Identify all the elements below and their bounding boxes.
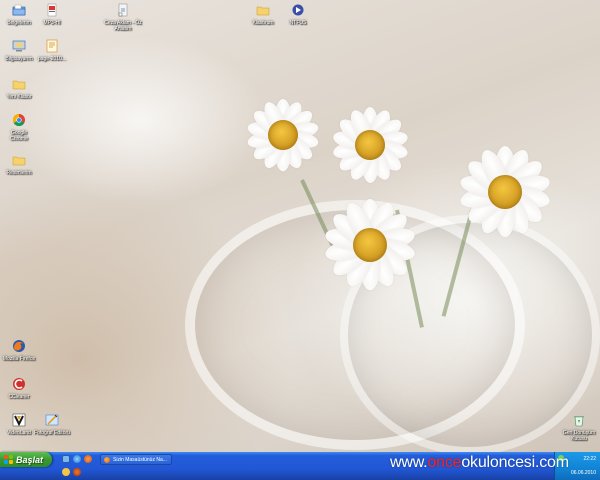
daisy-flower (245, 97, 321, 173)
desktop-icon-mp3[interactable]: MP3-HI (29, 2, 75, 26)
desktop-icon-label: MP3-HI (43, 20, 61, 26)
folder-icon (11, 76, 27, 92)
firefox-icon (11, 338, 27, 354)
desktop-icon-label: Belgelerim (7, 20, 31, 26)
daisy-center (355, 130, 385, 160)
firefox-icon (104, 456, 110, 463)
start-button-label: Başlat (16, 454, 44, 465)
desktop-icon-yeni-klasor[interactable]: Yeni Klasör (0, 76, 42, 100)
tray-clock[interactable]: 22:22 (583, 456, 596, 462)
desktop-icon-label: Geri Dönüşüm Kutusu (562, 430, 596, 442)
folder-icon (255, 2, 271, 18)
windows-logo-icon (4, 455, 13, 464)
shortcut-file-icon (115, 2, 131, 18)
desktop-icon-google-chrome[interactable]: Google Chrome (0, 112, 42, 142)
desktop-icon-fotograf-editoru[interactable]: Fotoğraf Editörü (29, 412, 75, 436)
show-desktop-icon[interactable] (62, 455, 70, 463)
website-watermark: www.onceokuloncesi.com (390, 453, 569, 473)
daisy-flower (322, 197, 418, 293)
desktop-icon-page-doc[interactable]: page-2010... (29, 38, 75, 62)
desktop-icon-resimlerim[interactable]: Resimlerim (0, 152, 42, 176)
desktop-icon-label: Mozilla Firefox (2, 356, 36, 362)
folder-icon (11, 152, 27, 168)
taskbar-window-label: Sizin Masaüstünüz Na... (113, 456, 167, 463)
ccleaner-icon (11, 376, 27, 392)
my-computer-icon (11, 38, 27, 54)
desktop-icon-label: CCleaner (8, 394, 30, 400)
document-icon (44, 38, 60, 54)
desktop-icon-label: NTFUS (289, 20, 307, 26)
browser-icon[interactable] (73, 468, 81, 476)
internet-explorer-icon[interactable] (73, 455, 81, 463)
daisy-flower (330, 105, 410, 185)
desktop-icon-ntfus[interactable]: NTFUS (275, 2, 321, 26)
media-player-icon (290, 2, 306, 18)
desktop-icon-label: Ceza Aklam - Öz Anlatım (104, 20, 142, 32)
start-button[interactable]: Başlat (0, 452, 52, 467)
watermark-highlight: once (427, 454, 462, 471)
tray-date: 06.06.2010 (570, 470, 596, 476)
watermark-suffix: okuloncesi.com (461, 454, 569, 471)
desktop-icon-label: Resimlerim (6, 170, 32, 176)
desktop-icon-label: Google Chrome (10, 130, 28, 142)
daisy-flower (457, 144, 553, 240)
media-icon[interactable] (62, 468, 70, 476)
desktop-icon-label: page-2010... (37, 56, 67, 62)
taskbar-window-button[interactable]: Sizin Masaüstünüz Na... (100, 454, 172, 465)
desktop-wallpaper (0, 0, 600, 452)
desktop-icon-ccleaner[interactable]: CCleaner (0, 376, 42, 400)
daisy-center (353, 228, 387, 262)
photo-editor-icon (44, 412, 60, 428)
desktop-icon-mozilla-firefox[interactable]: Mozilla Firefox (0, 338, 42, 362)
daisy-center (488, 175, 522, 209)
recycle-bin-icon (571, 412, 587, 428)
chrome-icon (11, 112, 27, 128)
desktop-icon-label: Fotoğraf Editörü (34, 430, 70, 436)
firefox-icon[interactable] (84, 455, 92, 463)
watermark-prefix: www. (390, 454, 428, 471)
media-file-icon (44, 2, 60, 18)
my-documents-icon (11, 2, 27, 18)
desktop-icon-label: VideoLand (7, 430, 31, 436)
desktop-icon-recycle-bin[interactable]: Geri Dönüşüm Kutusu (556, 412, 600, 442)
desktop-icon-label: Klasörum (252, 20, 274, 26)
desktop-icon-ceza-aklam[interactable]: Ceza Aklam - Öz Anlatım (100, 2, 146, 32)
daisy-center (268, 120, 298, 150)
video-app-icon (11, 412, 27, 428)
desktop-icon-label: Yeni Klasör (6, 94, 32, 100)
